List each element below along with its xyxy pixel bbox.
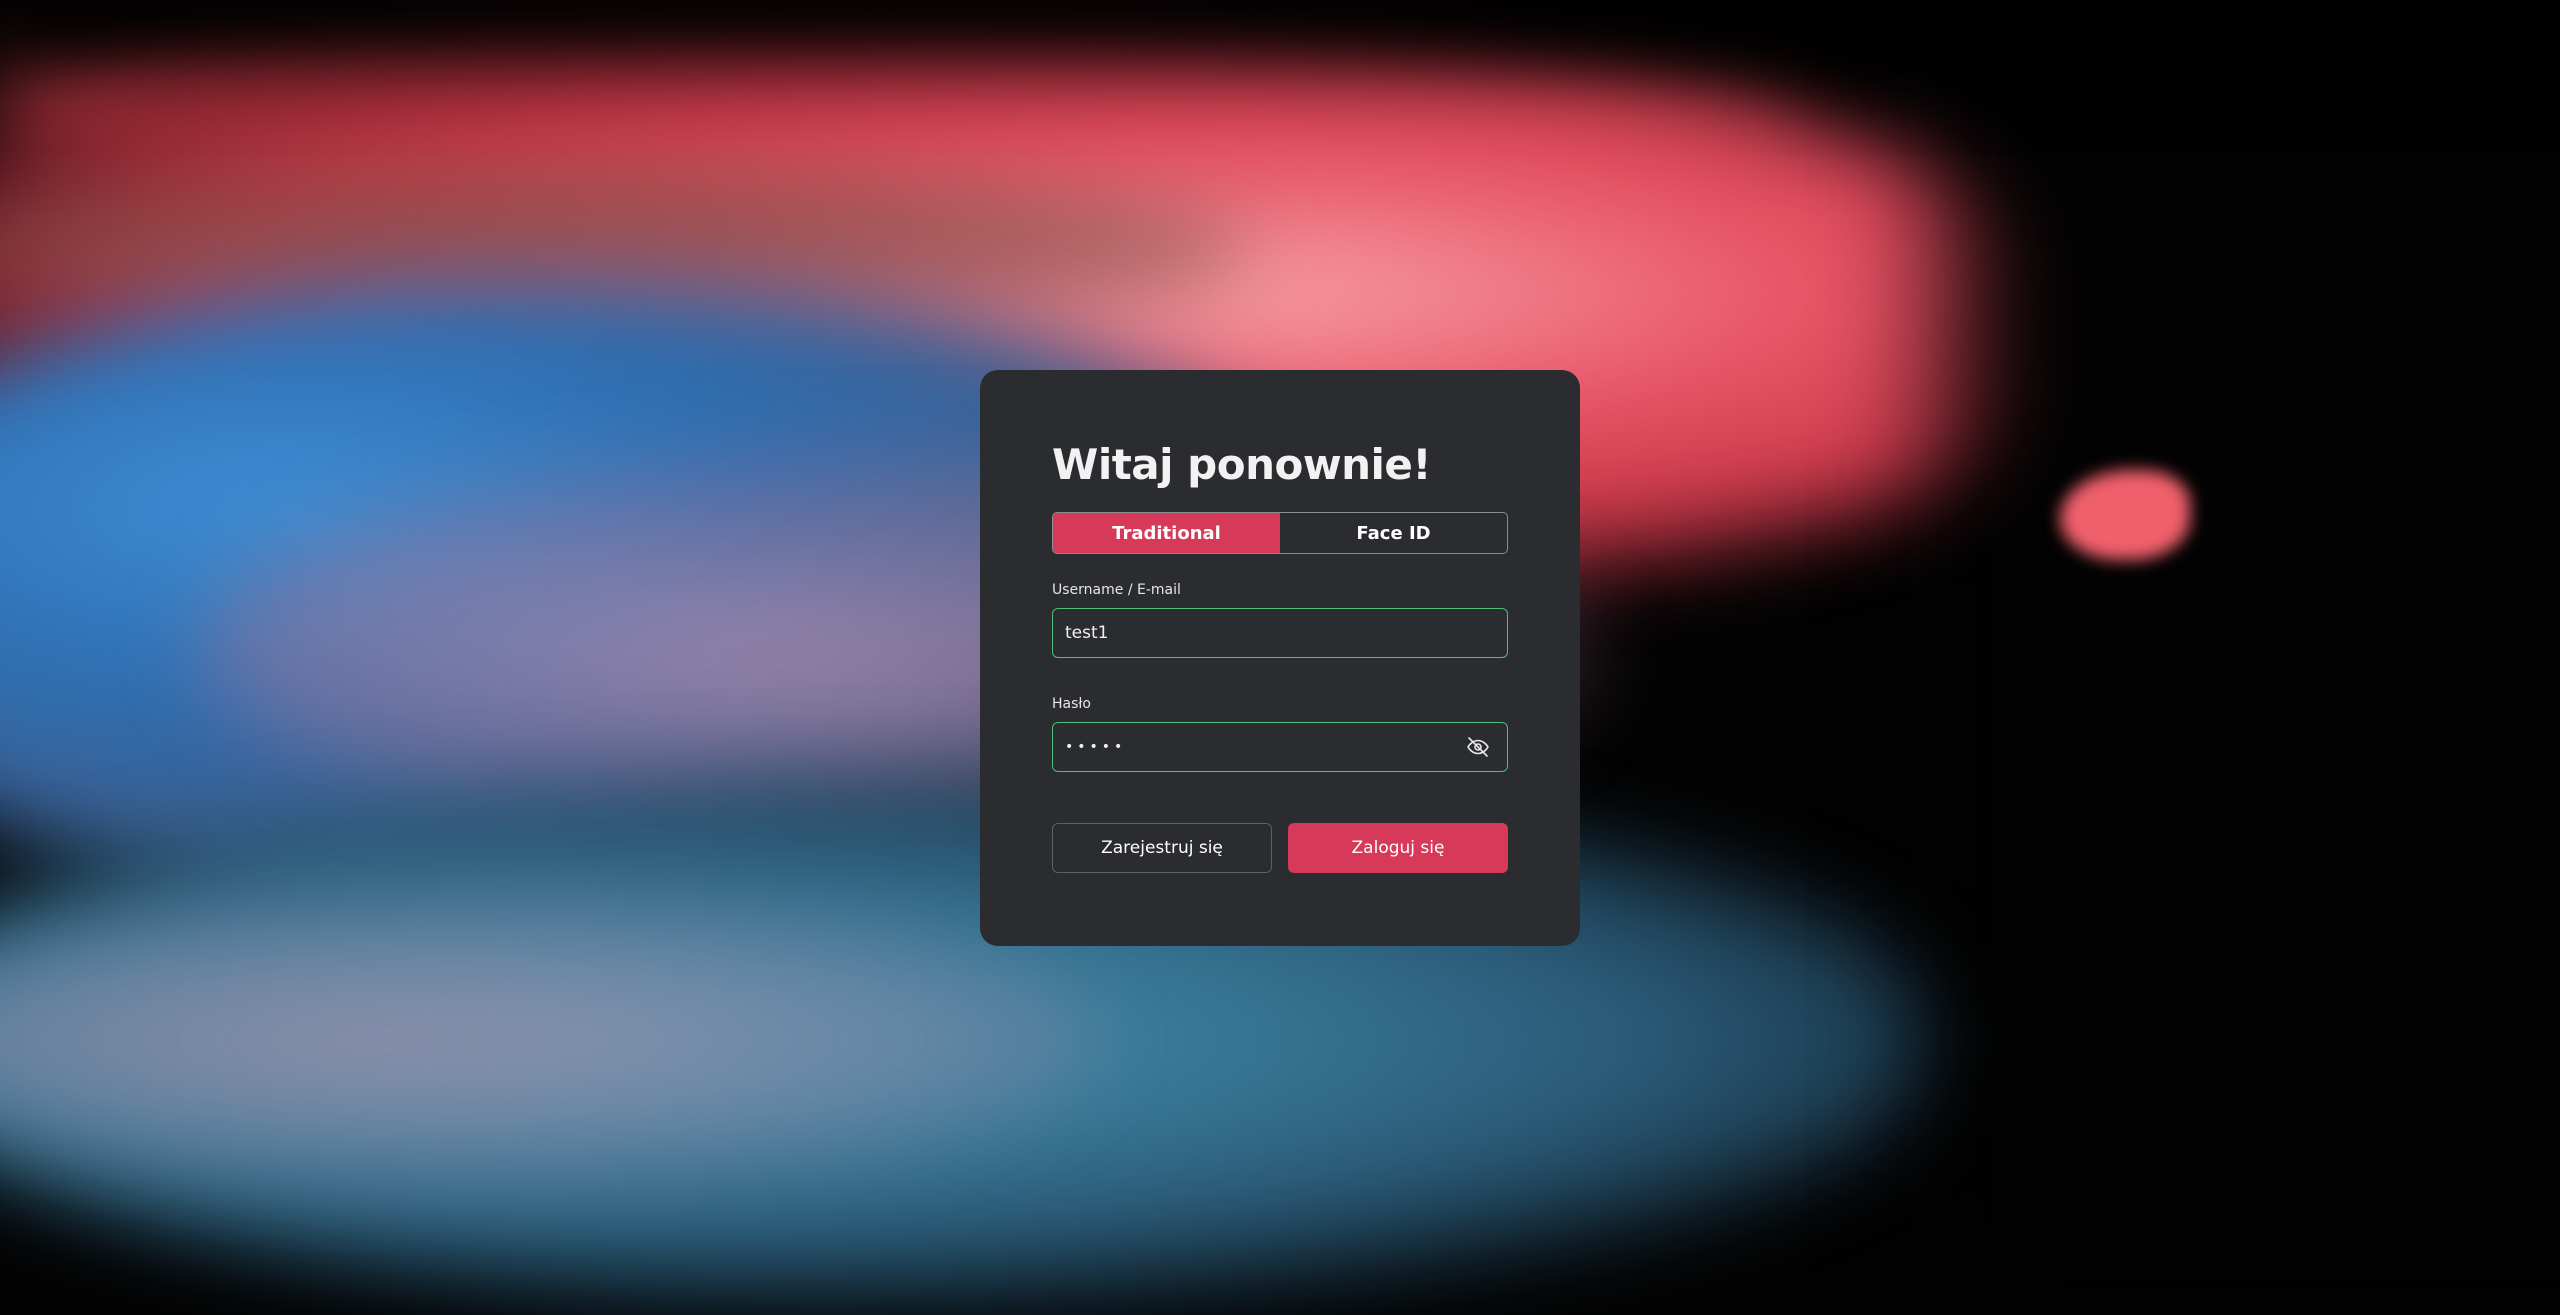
- username-input[interactable]: [1053, 609, 1507, 657]
- username-label: Username / E-mail: [1052, 582, 1181, 598]
- login-method-tabs: Traditional Face ID: [1052, 512, 1508, 554]
- username-field-wrapper: [1052, 608, 1508, 658]
- password-label: Hasło: [1052, 696, 1091, 712]
- page-title: Witaj ponownie!: [1052, 440, 1432, 489]
- login-button[interactable]: Zaloguj się: [1288, 823, 1508, 873]
- password-input[interactable]: •••••: [1053, 739, 1463, 755]
- eye-off-icon[interactable]: [1463, 732, 1493, 762]
- tab-traditional[interactable]: Traditional: [1053, 513, 1280, 553]
- password-field-wrapper: •••••: [1052, 722, 1508, 772]
- login-card: Witaj ponownie! Traditional Face ID User…: [980, 370, 1580, 946]
- tab-face-id[interactable]: Face ID: [1280, 513, 1507, 553]
- register-button[interactable]: Zarejestruj się: [1052, 823, 1272, 873]
